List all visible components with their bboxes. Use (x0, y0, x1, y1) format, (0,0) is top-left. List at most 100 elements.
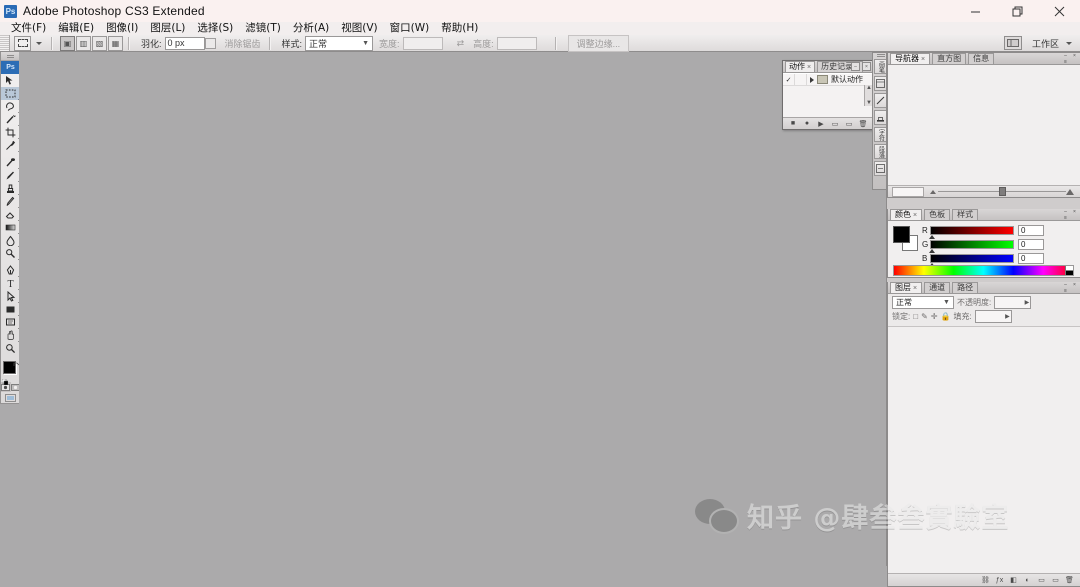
style-select[interactable]: 正常 ▼ (305, 35, 374, 51)
color-spectrum-ramp[interactable] (893, 265, 1074, 276)
minimize-button[interactable] (954, 0, 996, 22)
menu-edit[interactable]: 编辑(E) (52, 22, 100, 35)
screen-mode-icon[interactable] (1, 392, 20, 403)
navigator-zoom-input[interactable] (892, 186, 924, 197)
link-layers-button[interactable]: ⛓ (981, 576, 990, 585)
slider-thumb[interactable] (929, 235, 935, 239)
list-item[interactable]: ✓ 默认动作 (783, 74, 873, 86)
channel-slider-b[interactable] (929, 254, 1014, 267)
layers-list[interactable] (888, 327, 1080, 573)
new-selection-button[interactable]: ▣ (60, 35, 75, 51)
tab-info[interactable]: 信息 (968, 53, 995, 64)
close-button[interactable] (1038, 0, 1080, 22)
magic-wand-tool[interactable] (1, 113, 20, 126)
clone-stamp-tool[interactable] (1, 182, 20, 195)
swap-dimensions-icon[interactable]: ⇄ (457, 38, 465, 49)
navigator-thumbnail-area[interactable] (888, 65, 1080, 185)
slider-thumb[interactable] (999, 187, 1007, 196)
workspace-label[interactable]: 工作区 (1032, 37, 1059, 50)
layer-style-button[interactable]: ƒx (995, 576, 1004, 585)
dock-strip-grip[interactable] (876, 54, 885, 58)
stop-button[interactable]: ■ (789, 120, 797, 128)
blend-mode-select[interactable]: 正常 ▼ (892, 295, 954, 309)
eyedropper-tool[interactable] (1, 139, 20, 152)
blur-tool[interactable] (1, 234, 20, 247)
tool-preset-chevron-icon[interactable] (36, 41, 42, 45)
fill-input[interactable]: ▶ (974, 309, 1012, 323)
new-action-button[interactable]: ▭ (845, 120, 853, 128)
notes-tool[interactable] (1, 316, 20, 329)
tab-channels[interactable]: 通道 (924, 282, 951, 293)
tab-navigator[interactable]: 导航器 × (890, 53, 931, 64)
menu-help[interactable]: 帮助(H) (435, 22, 484, 35)
new-group-button[interactable]: ▭ (1037, 576, 1046, 585)
navigator-zoom-slider[interactable] (928, 187, 1076, 196)
height-input[interactable] (496, 36, 537, 50)
zoom-tool[interactable] (1, 342, 20, 355)
play-button[interactable]: ▶ (817, 120, 825, 128)
panel-collapse-button[interactable]: – (1062, 53, 1069, 59)
tab-layers[interactable]: 图层 × (890, 282, 923, 293)
menu-file[interactable]: 文件(F) (5, 22, 52, 35)
panel-close-button[interactable]: × (1071, 209, 1078, 215)
subtract-from-selection-button[interactable]: ▧ (92, 35, 107, 51)
close-icon[interactable]: × (913, 285, 917, 292)
type-tool[interactable]: T (1, 277, 20, 290)
rectangle-tool[interactable] (1, 303, 20, 316)
tab-histogram[interactable]: 直方图 (932, 53, 967, 64)
move-tool[interactable] (1, 74, 20, 87)
menu-layer[interactable]: 图层(L) (144, 22, 191, 35)
channel-value-r[interactable]: 0 (1018, 225, 1044, 236)
channel-slider-g[interactable] (929, 240, 1014, 253)
new-set-button[interactable]: ▭ (831, 120, 839, 128)
antialias-checkbox[interactable] (204, 37, 216, 49)
lock-image-pixels-icon[interactable]: ✎ (921, 312, 928, 321)
intersect-selection-button[interactable]: ▦ (108, 35, 123, 51)
chevron-right-icon[interactable]: ▶ (1025, 299, 1030, 306)
hand-tool[interactable] (1, 329, 20, 342)
opacity-input[interactable]: ▶ (994, 295, 1032, 309)
chevron-right-icon[interactable] (810, 76, 814, 83)
foreground-color-swatch[interactable] (893, 226, 910, 243)
menu-window[interactable]: 窗口(W) (384, 22, 436, 35)
spectrum-endcaps[interactable] (1065, 266, 1073, 275)
tab-paths[interactable]: 路径 (952, 282, 979, 293)
layer-mask-button[interactable]: ◧ (1009, 576, 1018, 585)
lock-all-icon[interactable]: 🔒 (940, 312, 950, 321)
restore-button[interactable] (996, 0, 1038, 22)
new-layer-button[interactable]: ▭ (1051, 576, 1060, 585)
channel-value-g[interactable]: 0 (1018, 239, 1044, 250)
delete-layer-button[interactable]: 🗑 (1065, 576, 1074, 585)
zoom-out-icon[interactable] (930, 189, 936, 194)
healing-brush-tool[interactable] (1, 156, 20, 169)
lock-position-icon[interactable]: ✛ (931, 312, 938, 321)
panel-menu-icon[interactable]: ≡ (1062, 215, 1069, 221)
lock-transparent-pixels-icon[interactable]: □ (913, 312, 918, 321)
delete-button[interactable]: 🗑 (859, 120, 868, 128)
panel-menu-icon[interactable]: ≡ (1062, 59, 1069, 65)
toolbox-grip[interactable] (1, 52, 20, 61)
channel-value-b[interactable]: 0 (1018, 253, 1044, 264)
menu-image[interactable]: 图像(I) (100, 22, 144, 35)
palette-minimize-button[interactable]: – (851, 62, 860, 71)
panel-close-button[interactable]: × (1071, 282, 1078, 288)
crop-tool[interactable] (1, 126, 20, 139)
action-toggle[interactable]: ✓ (783, 74, 795, 85)
path-selection-tool[interactable] (1, 290, 20, 303)
brush-tool[interactable] (1, 169, 20, 182)
eraser-tool[interactable] (1, 208, 20, 221)
tab-actions[interactable]: 动作 × (785, 61, 816, 72)
channel-slider-r[interactable] (929, 226, 1014, 239)
panel-collapse-button[interactable]: – (1062, 282, 1069, 288)
zoom-in-icon[interactable] (1066, 188, 1074, 195)
panel-close-button[interactable]: × (1071, 53, 1078, 59)
adjustment-layer-button[interactable]: ◐ (1023, 576, 1032, 585)
workspace-chevron-icon[interactable] (1066, 41, 1072, 45)
add-to-selection-button[interactable]: ▥ (76, 35, 91, 51)
actions-list[interactable]: ✓ 默认动作 ▲ ▼ (783, 73, 873, 117)
chevron-right-icon[interactable]: ▶ (1005, 313, 1010, 320)
default-colors-icon[interactable] (1, 376, 9, 386)
gradient-tool[interactable] (1, 221, 20, 234)
history-brush-tool[interactable] (1, 195, 20, 208)
panel-collapse-button[interactable]: – (1062, 209, 1069, 215)
